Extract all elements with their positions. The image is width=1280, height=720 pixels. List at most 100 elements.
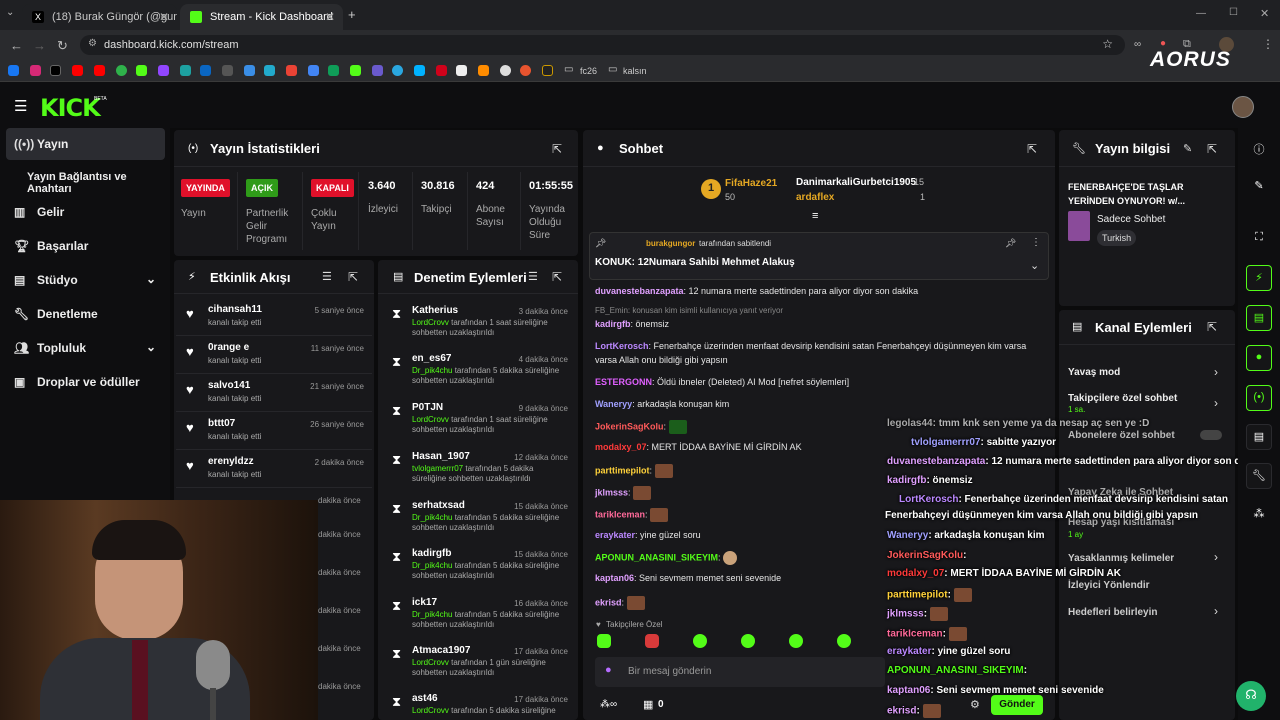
folder-icon[interactable]: ▭ <box>608 64 617 75</box>
chat-username[interactable]: parttimepilot <box>595 465 650 475</box>
folder-icon[interactable]: ▭ <box>564 64 573 75</box>
action-subscribers-only[interactable]: Abonelere özel sohbet <box>1068 430 1175 441</box>
moderation-username[interactable]: serhatxsad <box>412 500 465 511</box>
moderator-name[interactable]: LordCrovv <box>412 318 449 327</box>
store-icon[interactable]: ▦ <box>643 698 653 711</box>
top-gifter-name[interactable]: DanimarkaliGurbetci1905 <box>796 177 916 188</box>
moderator-name[interactable]: LordCrovv <box>412 658 449 667</box>
chat-username[interactable]: Waneryy <box>595 399 632 409</box>
sidebar-item-basarilar[interactable]: 🏆︎ Başarılar <box>0 230 170 262</box>
info-icon[interactable]: ⓘ <box>1246 136 1272 162</box>
activity-username[interactable]: erenyldzz <box>208 456 254 467</box>
moderator-name[interactable]: LordCrovv <box>412 706 449 715</box>
hamburger-menu-icon[interactable]: ☰ <box>14 97 27 115</box>
moderator-name[interactable]: Dr_pik4chu <box>412 513 452 522</box>
bookmark-icon[interactable] <box>116 65 127 76</box>
moderation-username[interactable]: kadirgfb <box>412 548 451 559</box>
x-bookmark-icon[interactable] <box>50 65 61 76</box>
minimize-icon[interactable]: — <box>1196 8 1206 19</box>
chat-username[interactable]: jklmsss <box>595 487 628 497</box>
bookmark-icon[interactable] <box>414 65 425 76</box>
action-raid[interactable]: İzleyici Yönlendir <box>1068 580 1150 591</box>
moderation-username[interactable]: ast46 <box>412 693 438 704</box>
action-slow-mode[interactable]: Yavaş mod <box>1068 367 1120 378</box>
sidebar-item-yayin[interactable]: ((•)) Yayın <box>6 128 165 160</box>
moderator-name[interactable]: Dr_pik4chu <box>412 610 452 619</box>
activity-username[interactable]: 0range e <box>208 342 249 353</box>
emote-button[interactable] <box>645 634 659 648</box>
activity-username[interactable]: bttt07 <box>208 418 235 429</box>
moderator-name[interactable]: Dr_pik4chu <box>412 561 452 570</box>
sidebar-item-gelir[interactable]: ▥ Gelir <box>0 196 170 228</box>
bookmark-icon[interactable] <box>244 65 255 76</box>
facebook-bookmark-icon[interactable] <box>8 65 19 76</box>
moderation-username[interactable]: ick17 <box>412 597 437 608</box>
chat-username[interactable]: kaptan06 <box>595 573 634 583</box>
chat-username[interactable]: tarikIceman <box>595 509 645 519</box>
fullscreen-icon[interactable]: ⛶ <box>1246 226 1272 252</box>
category-name[interactable]: Sadece Sohbet <box>1097 214 1165 225</box>
kick-bookmark-icon[interactable] <box>136 65 147 76</box>
sidebar-item-topluluk[interactable]: 👥︎ Topluluk ⌄ <box>0 332 170 364</box>
support-headset-button[interactable]: ☊ <box>1236 681 1266 711</box>
moderation-username[interactable]: Katherius <box>412 305 458 316</box>
chat-username[interactable]: LortKerosch <box>595 341 649 351</box>
bookmark-icon[interactable] <box>500 65 511 76</box>
sidebar-item-denetleme[interactable]: 🔧︎ Denetleme <box>0 298 170 330</box>
filter-icon[interactable]: ☰ <box>528 270 538 283</box>
kick-logo[interactable]: KICK <box>40 94 101 122</box>
chat-username[interactable]: modalxy_07 <box>595 442 647 452</box>
sidebar-item-droplar[interactable]: ▣ Droplar ve ödüller <box>0 366 170 398</box>
popout-icon[interactable]: ⇱ <box>1207 142 1217 156</box>
action-followers-only[interactable]: Takipçilere özel sohbet <box>1068 393 1177 404</box>
tab-search-icon[interactable]: ⌄ <box>6 7 14 18</box>
browser-tab-x[interactable]: X (18) Burak Güngör (@gungorbur... ✕ <box>22 4 177 30</box>
chat-bubble-icon[interactable]: ● <box>1246 345 1272 371</box>
broadcast-icon[interactable]: (•) <box>1246 385 1272 411</box>
reload-icon[interactable]: ↻ <box>57 38 68 54</box>
filter-icon[interactable]: ☰ <box>322 270 332 283</box>
bookmark-icon[interactable] <box>264 65 275 76</box>
bookmark-folder-fc26[interactable]: fc26 <box>580 66 597 76</box>
unpin-icon[interactable]: 📌︎ <box>1005 238 1016 249</box>
dots-icon[interactable]: ⁂ <box>1246 502 1272 528</box>
close-tab-icon[interactable]: ✕ <box>325 10 335 24</box>
close-tab-icon[interactable]: ✕ <box>159 10 169 24</box>
action-banned-words[interactable]: Yasaklanmış kelimeler <box>1068 553 1174 564</box>
menu-dots-icon[interactable]: ⋮ <box>1262 37 1274 51</box>
chat-username[interactable]: JokerinSagKolu <box>595 421 664 431</box>
actions-icon[interactable]: ▤ <box>1246 424 1272 450</box>
forward-icon[interactable]: → <box>33 38 46 53</box>
moderation-username[interactable]: Hasan_1907 <box>412 451 470 462</box>
popout-icon[interactable]: ⇱ <box>552 142 562 156</box>
top-gifter-name[interactable]: ardaflex <box>796 192 834 203</box>
chat-username[interactable]: eraykater <box>595 530 635 540</box>
twitch-bookmark-icon[interactable] <box>158 65 169 76</box>
bookmark-folder-kalsin[interactable]: kalsın <box>623 66 647 76</box>
bookmark-icon[interactable] <box>520 65 531 76</box>
maximize-icon[interactable]: ☐ <box>1229 7 1238 18</box>
send-button[interactable]: Gönder <box>991 695 1043 715</box>
settings-gear-icon[interactable]: ⚙ <box>970 698 980 711</box>
bolt-icon[interactable]: ⚡︎ <box>1246 265 1272 291</box>
edit-pencil-icon[interactable]: ✎ <box>1183 142 1192 155</box>
close-window-icon[interactable]: ✕ <box>1260 7 1269 20</box>
activity-username[interactable]: cihansah11 <box>208 304 262 315</box>
gmail-bookmark-icon[interactable] <box>286 65 297 76</box>
chevron-down-icon[interactable]: ≡ <box>812 210 818 222</box>
bookmark-icon[interactable] <box>328 65 339 76</box>
bookmark-icon[interactable] <box>392 65 403 76</box>
language-tag[interactable]: Turkish <box>1097 230 1137 246</box>
document-icon[interactable]: ▤ <box>1246 305 1272 331</box>
bookmark-icon[interactable] <box>372 65 383 76</box>
chat-username[interactable]: kadirgfb <box>595 319 631 329</box>
bookmark-icon[interactable] <box>180 65 191 76</box>
activity-username[interactable]: salvo141 <box>208 380 250 391</box>
emote-button[interactable] <box>789 634 803 648</box>
back-icon[interactable]: ← <box>10 38 23 53</box>
chat-username[interactable]: ekrisd <box>595 597 622 607</box>
top-gifter-name[interactable]: FifaHaze21 <box>725 178 777 189</box>
chat-username[interactable]: APONUN_ANASINI_SIKEYIM <box>595 552 718 562</box>
emote-button[interactable] <box>837 634 851 648</box>
sidebar-item-studyo[interactable]: ▤ Stüdyo ⌄ <box>0 264 170 296</box>
